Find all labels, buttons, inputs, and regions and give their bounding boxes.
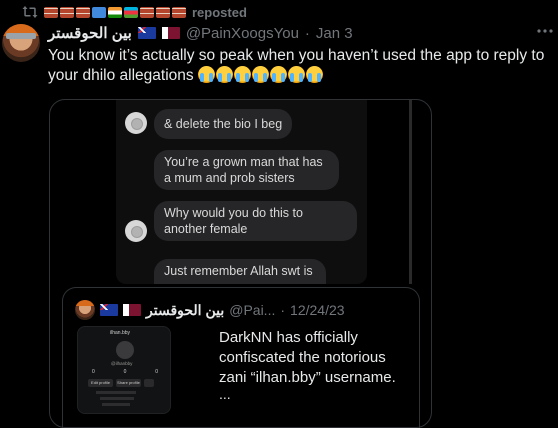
somalia-flag-icon	[92, 6, 106, 18]
quote-header: بين الحوقستر @Pai... · 12/24/23	[75, 300, 345, 320]
quote-author-handle[interactable]: @Pai...	[229, 302, 275, 318]
author-display-name[interactable]: بين الحوقستر	[48, 24, 132, 42]
chat-avatar	[125, 220, 147, 242]
quote-thumbnail[interactable]: ilhan.bby @ilhanbby 0 0 0 Edit profile S…	[77, 326, 171, 414]
tweet-header: بين الحوقستر @PainXoogsYou · Jan 3	[48, 23, 353, 43]
quote-date[interactable]: 12/24/23	[290, 302, 345, 318]
brick-icon	[172, 6, 186, 18]
repost-indicator: reposted	[22, 4, 247, 20]
loudly-crying-face-icon	[269, 66, 287, 83]
author-handle[interactable]: @PainXoogsYou	[186, 25, 299, 42]
brick-icon	[76, 6, 90, 18]
brick-icon	[140, 6, 154, 18]
chat-bubble: Why would you do this to another female	[154, 201, 357, 241]
chat-bubble: Just remember Allah swt is	[154, 259, 326, 284]
thumb-share-button: Share profile	[116, 379, 141, 387]
more-options-icon[interactable]	[536, 22, 554, 40]
chat-screenshot: & delete the bio I beg You’re a grown ma…	[116, 100, 367, 284]
tweet-body: You know it’s actually so peak when you …	[48, 46, 553, 86]
thumb-edit-button: Edit profile	[88, 379, 113, 387]
qatar-flag-icon	[161, 27, 180, 39]
azerbaijan-flag-icon	[124, 6, 138, 18]
quote-author-avatar[interactable]	[75, 300, 95, 320]
loudly-crying-face-icon	[197, 66, 215, 83]
repost-label: reposted	[192, 4, 247, 20]
chat-bubble: & delete the bio I beg	[154, 109, 293, 139]
repost-icon	[22, 5, 38, 19]
thumb-add-user-icon	[144, 379, 154, 387]
quote-text: DarkNN has officially confiscated the no…	[219, 329, 396, 386]
separator-dot: ·	[304, 24, 310, 42]
thumb-avatar	[116, 341, 134, 359]
chat-bubble: You’re a grown man that has a mum and pr…	[154, 150, 339, 190]
chat-scrollbar	[409, 100, 412, 284]
loudly-crying-face-icon	[233, 66, 251, 83]
qatar-flag-icon	[123, 304, 141, 316]
thumb-stats: 0 0 0	[92, 369, 158, 375]
author-avatar[interactable]	[2, 24, 40, 62]
brick-icon	[44, 6, 58, 18]
crying-emoji-group	[197, 66, 323, 83]
tweet-date[interactable]: Jan 3	[316, 25, 353, 42]
loudly-crying-face-icon	[305, 66, 323, 83]
quote-author-name[interactable]: بين الحوقستر	[146, 302, 224, 319]
quote-ellipsis: ...	[219, 386, 231, 402]
brick-icon	[60, 6, 74, 18]
thumb-handle: @ilhanbby	[111, 361, 133, 366]
india-flag-icon	[108, 6, 122, 18]
repost-emoji-strip	[44, 6, 186, 18]
brick-icon	[156, 6, 170, 18]
australia-flag-icon	[137, 27, 156, 39]
loudly-crying-face-icon	[215, 66, 233, 83]
chat-avatar	[125, 112, 147, 134]
separator-dot: ·	[280, 302, 286, 318]
quoted-tweet[interactable]: بين الحوقستر @Pai... · 12/24/23 ilhan.bb…	[62, 287, 420, 428]
loudly-crying-face-icon	[287, 66, 305, 83]
loudly-crying-face-icon	[251, 66, 269, 83]
thumb-username: ilhan.bby	[110, 330, 131, 336]
australia-flag-icon	[100, 304, 118, 316]
